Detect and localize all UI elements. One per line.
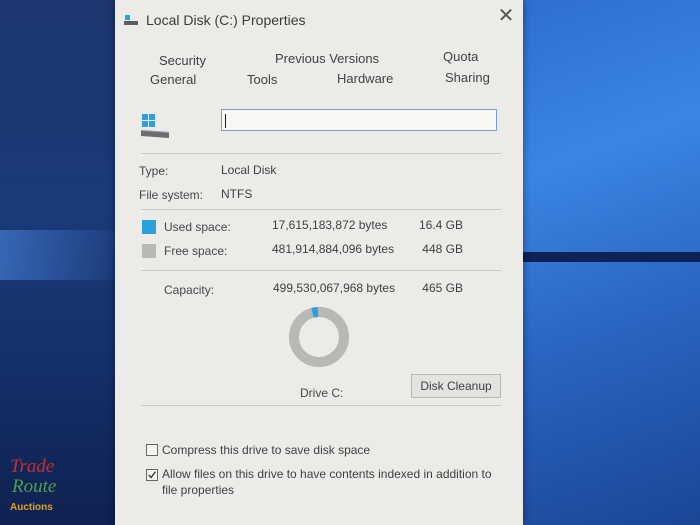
tab-quota[interactable]: Quota: [443, 49, 478, 64]
tab-hardware[interactable]: Hardware: [337, 71, 393, 86]
capacity-bytes: 499,530,067,968 bytes: [273, 281, 396, 295]
separator: [141, 270, 501, 271]
desktop-glow: [0, 230, 130, 280]
dialog-title: Local Disk (C:) Properties: [146, 12, 306, 28]
file-system-label: File system:: [139, 188, 204, 202]
free-space-label: Free space:: [164, 244, 228, 258]
svg-text:Trade: Trade: [10, 456, 54, 477]
file-system-value: NTFS: [221, 187, 253, 201]
type-label: Type:: [139, 164, 169, 178]
tab-tools[interactable]: Tools: [247, 72, 277, 87]
drive-icon: [124, 15, 138, 25]
compress-checkbox[interactable]: [146, 444, 158, 456]
type-value: Local Disk: [221, 163, 277, 177]
trade-route-auctions-logo: Trade Route Auctions: [8, 452, 74, 518]
used-space-swatch: [142, 220, 156, 234]
checkmark-icon: [148, 471, 156, 479]
drive-name-input[interactable]: [221, 109, 497, 131]
local-disk-icon: [141, 114, 169, 138]
windows-logo-background: [520, 0, 700, 525]
close-button[interactable]: ✕: [495, 5, 517, 27]
used-space-label: Used space:: [164, 220, 231, 234]
title-bar: Local Disk (C:) Properties ✕: [115, 0, 523, 40]
tab-sharing[interactable]: Sharing: [445, 70, 490, 85]
capacity-gb: 465 GB: [422, 281, 463, 295]
svg-text:Route: Route: [11, 476, 56, 497]
capacity-label: Capacity:: [164, 283, 215, 297]
properties-dialog: Local Disk (C:) Properties ✕ Security Pr…: [115, 0, 523, 525]
used-space-bytes: 17,615,183,872 bytes: [272, 218, 388, 232]
usage-donut-chart: [289, 307, 349, 367]
svg-text:Auctions: Auctions: [10, 502, 53, 513]
drive-label: Drive C:: [300, 386, 344, 400]
separator: [141, 209, 501, 210]
free-space-gb: 448 GB: [422, 242, 463, 256]
index-label: Allow files on this drive to have conten…: [162, 467, 492, 497]
tab-previous-versions[interactable]: Previous Versions: [275, 51, 379, 66]
donut-free-arc: [289, 307, 349, 367]
free-space-swatch: [142, 244, 156, 258]
index-checkbox[interactable]: [146, 469, 158, 481]
compress-label: Compress this drive to save disk space: [162, 443, 371, 457]
separator: [141, 153, 501, 154]
tab-security[interactable]: Security: [159, 53, 206, 68]
disk-cleanup-button[interactable]: Disk Cleanup: [411, 374, 501, 398]
free-space-bytes: 481,914,884,096 bytes: [272, 242, 395, 256]
used-space-gb: 16.4 GB: [418, 218, 463, 232]
separator: [141, 405, 501, 406]
tab-general[interactable]: General: [150, 72, 196, 87]
close-icon: ✕: [497, 5, 515, 27]
text-caret: [225, 114, 226, 128]
